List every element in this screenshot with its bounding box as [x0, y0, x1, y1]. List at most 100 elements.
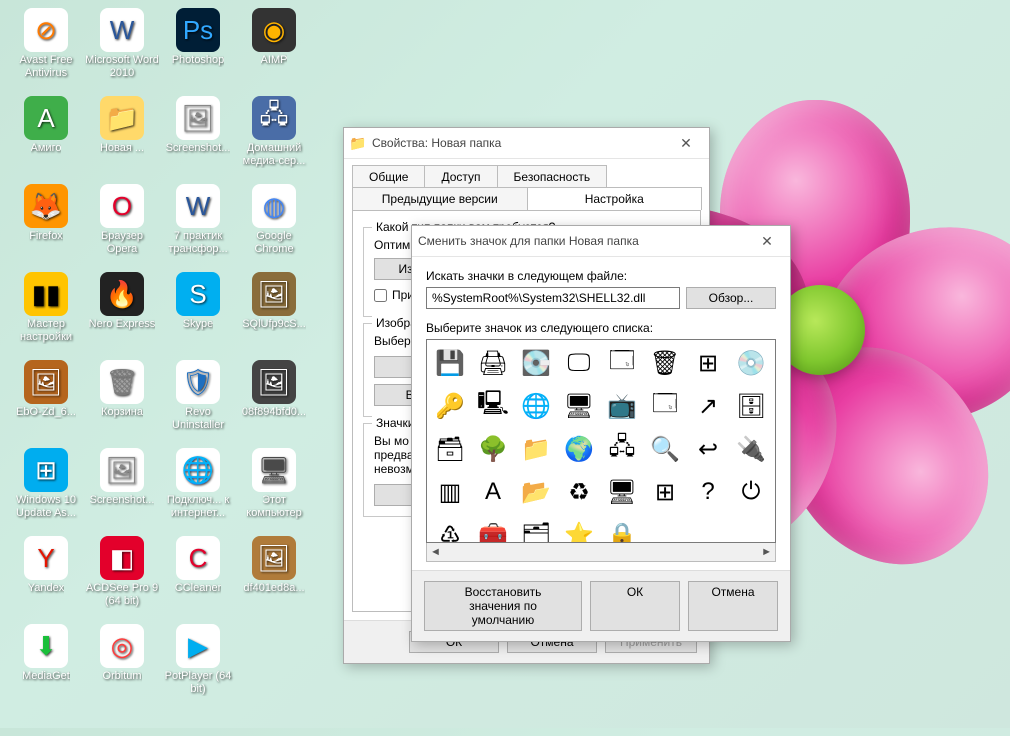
shell-icon[interactable]: 💿: [734, 346, 768, 380]
desktop-icon[interactable]: 🖼Screenshot...: [160, 96, 236, 184]
shell-icon[interactable]: A: [476, 475, 510, 509]
app-icon: ⊘: [24, 8, 68, 52]
shell-icon[interactable]: 🖥: [562, 389, 596, 423]
shell-icon[interactable]: ⏻: [734, 475, 768, 509]
app-icon: S: [176, 272, 220, 316]
tab-access[interactable]: Доступ: [424, 165, 497, 188]
desktop-icon[interactable]: 🖥Этот компьютер: [236, 448, 312, 536]
desktop-icon[interactable]: ◉AIMP: [236, 8, 312, 96]
desktop-icon-label: MediaGet: [22, 670, 70, 683]
desktop-icon[interactable]: 📁Новая ...: [84, 96, 160, 184]
shell-icon[interactable]: 💽: [519, 346, 553, 380]
shell-icon[interactable]: 🗔: [605, 346, 639, 380]
shell-icon[interactable]: 🧰: [476, 518, 510, 543]
shell-icon[interactable]: 💾: [433, 346, 467, 380]
shell-icon[interactable]: ♳: [433, 518, 467, 543]
desktop-icon[interactable]: 🖼EbO-Zd_6...: [8, 360, 84, 448]
close-icon[interactable]: ✕: [669, 132, 703, 154]
shell-icon[interactable]: ♻: [562, 475, 596, 509]
icon-list[interactable]: 💾 🖨 💽 🖵 🗔 🗑 ⊞ 💿 🔑 🖳 🌐 🖥 📺 🗔 ↗ 🗄 🗃 🌳 📁 🌍 🖧 🔍 ↩ 🔌 ▥ A 📂 ♻ 🖥 ⊞? ⏻ ♳ 🧰 🗂 ⭐ 🔒: [426, 339, 776, 543]
tab-general[interactable]: Общие: [352, 165, 425, 188]
shell-icon[interactable]: 📂: [519, 475, 553, 509]
desktop-icon[interactable]: 🦊Firefox: [8, 184, 84, 272]
app-icon: ◧: [100, 536, 144, 580]
desktop-icon[interactable]: SSkype: [160, 272, 236, 360]
shell-icon[interactable]: ▥: [433, 475, 467, 509]
changeicon-titlebar[interactable]: Сменить значок для папки Новая папка ✕: [412, 226, 790, 257]
shell-icon[interactable]: 🔒: [605, 518, 639, 543]
shell-icon[interactable]: 📁: [519, 432, 553, 466]
desktop-icon-label: AIMP: [261, 54, 288, 67]
desktop-icon-label: Orbitum: [102, 670, 141, 683]
app-icon: W: [176, 184, 220, 228]
shell-icon[interactable]: 🗄: [734, 389, 768, 423]
shell-icon[interactable]: 🖧: [605, 432, 639, 466]
desktop-icon[interactable]: YYandex: [8, 536, 84, 624]
desktop-icon[interactable]: 🌐Подключ... к интернет...: [160, 448, 236, 536]
tab-prevversions[interactable]: Предыдущие версии: [352, 187, 528, 210]
cancel-button[interactable]: Отмена: [688, 581, 778, 631]
close-icon[interactable]: ✕: [750, 230, 784, 252]
desktop-icon[interactable]: ▶PotPlayer (64 bit): [160, 624, 236, 712]
desktop-icon[interactable]: 🖼08f894bfd0...: [236, 360, 312, 448]
desktop-icon-label: Google Chrome: [237, 230, 311, 256]
desktop-icon[interactable]: ◎Orbitum: [84, 624, 160, 712]
shell-icon[interactable]: ⊞: [648, 475, 682, 509]
desktop-icon[interactable]: 🖼df401ed8a...: [236, 536, 312, 624]
desktop-icon-label: Nero Express: [89, 318, 156, 331]
desktop-icon[interactable]: 🖼SQlUfp9cS...: [236, 272, 312, 360]
shell-icon[interactable]: 🖥: [605, 475, 639, 509]
shell-icon[interactable]: 🌐: [519, 389, 553, 423]
shell-icon[interactable]: ⊞: [691, 346, 725, 380]
desktop-icon[interactable]: ▮▮Мастер настройки: [8, 272, 84, 360]
desktop-icon-label: EbO-Zd_6...: [16, 406, 76, 419]
desktop-icon[interactable]: 🖧Домашний медиа-сер...: [236, 96, 312, 184]
shell-icon[interactable]: 🗂: [519, 518, 553, 543]
shell-icon[interactable]: ⭐: [562, 518, 596, 543]
shell-icon[interactable]: 🔍: [648, 432, 682, 466]
desktop-icon[interactable]: W7 практик трансфор...: [160, 184, 236, 272]
desktop-icon[interactable]: PsPhotoshop: [160, 8, 236, 96]
shell-icon[interactable]: ↩: [691, 432, 725, 466]
shell-icon[interactable]: ↗: [691, 389, 725, 423]
desktop-icon-label: Avast Free Antivirus: [9, 54, 83, 80]
shell-icon[interactable]: 🗑: [648, 346, 682, 380]
desktop-icon[interactable]: 🔥Nero Express: [84, 272, 160, 360]
restore-defaults-button[interactable]: Восстановить значения по умолчанию: [424, 581, 582, 631]
desktop-icon[interactable]: AАмиго: [8, 96, 84, 184]
desktop-icon[interactable]: ◧ACDSee Pro 9 (64 bit): [84, 536, 160, 624]
desktop-icon[interactable]: CCCleaner: [160, 536, 236, 624]
desktop-icon[interactable]: WMicrosoft Word 2010: [84, 8, 160, 96]
shell-icon[interactable]: ?: [691, 475, 725, 509]
shell-icon[interactable]: 🗔: [648, 389, 682, 423]
shell-icon[interactable]: 🌳: [476, 432, 510, 466]
desktop-icon[interactable]: 🖼Screenshot...: [84, 448, 160, 536]
apply-subfolders-input[interactable]: [374, 289, 387, 302]
desktop-icon[interactable]: 🗑Корзина: [84, 360, 160, 448]
tab-customize[interactable]: Настройка: [527, 187, 703, 210]
tab-security[interactable]: Безопасность: [497, 165, 608, 188]
desktop-icon[interactable]: ◍Google Chrome: [236, 184, 312, 272]
shell-icon[interactable]: 🔑: [433, 389, 467, 423]
icon-list-scrollbar[interactable]: ◄►: [426, 543, 776, 562]
shell-icon[interactable]: 🖨: [476, 346, 510, 380]
shell-icon[interactable]: 🖵: [562, 346, 596, 380]
shell-icon[interactable]: 🌍: [562, 432, 596, 466]
desktop-icon-label: SQlUfp9cS...: [242, 318, 306, 331]
desktop-icon[interactable]: OБраузер Opera: [84, 184, 160, 272]
shell-icon[interactable]: 🗃: [433, 432, 467, 466]
desktop-icon[interactable]: ⊞Windows 10 Update As...: [8, 448, 84, 536]
shell-icon[interactable]: 🖳: [476, 389, 510, 423]
icon-path-input[interactable]: [426, 287, 680, 309]
desktop-icon[interactable]: 🛡Revo Uninstaller: [160, 360, 236, 448]
desktop-icon-label: Амиго: [31, 142, 62, 155]
shell-icon[interactable]: 🔌: [734, 432, 768, 466]
desktop-icon[interactable]: ⊘Avast Free Antivirus: [8, 8, 84, 96]
ok-button[interactable]: ОК: [590, 581, 680, 631]
app-icon: Ps: [176, 8, 220, 52]
properties-titlebar[interactable]: 📁 Свойства: Новая папка ✕: [344, 128, 709, 159]
browse-button[interactable]: Обзор...: [686, 287, 776, 309]
shell-icon[interactable]: 📺: [605, 389, 639, 423]
properties-tabs: Общие Доступ Безопасность Предыдущие вер…: [344, 159, 709, 210]
desktop-icon[interactable]: ⬇MediaGet: [8, 624, 84, 712]
